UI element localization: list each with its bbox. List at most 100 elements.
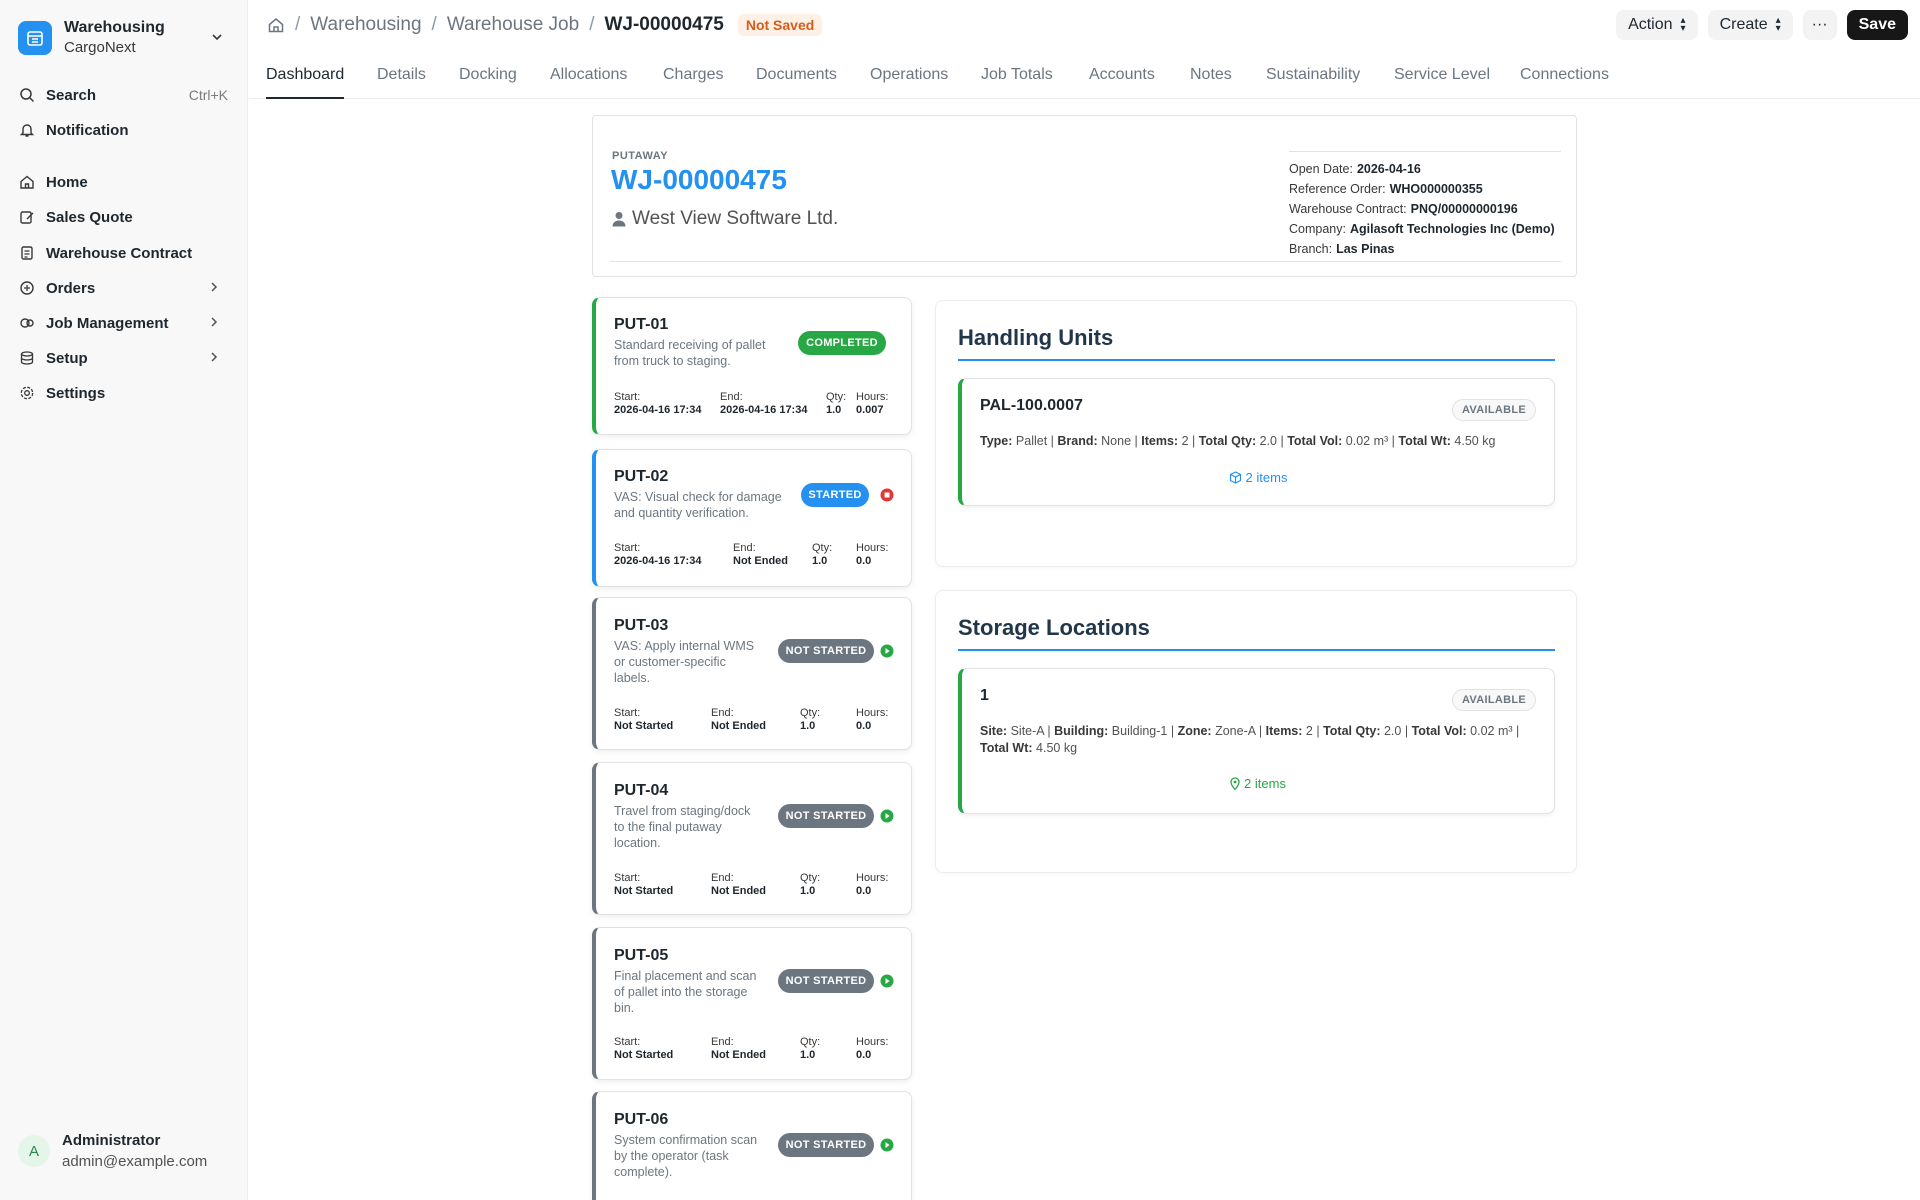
action-button[interactable]: Action ▴ ▾ <box>1616 10 1698 40</box>
tab-sustainability[interactable]: Sustainability <box>1266 66 1360 99</box>
handling-unit-card[interactable]: PAL-100.0007 AVAILABLE Type: Pallet | Br… <box>958 378 1555 506</box>
sidebar-item-warehouse-contract[interactable]: Warehouse Contract <box>18 239 238 267</box>
sidebar-item-home[interactable]: Home <box>18 168 238 196</box>
job-header-card: PUTAWAY WJ-00000475 West View Software L… <box>592 115 1577 277</box>
status-badge: STARTED <box>801 483 869 507</box>
operation-code: PUT-02 <box>614 468 669 485</box>
meta-company: Company: Agilasoft Technologies Inc (Demo… <box>1289 222 1555 236</box>
create-button[interactable]: Create ▴ ▾ <box>1707 10 1793 40</box>
status-badge: AVAILABLE <box>1451 399 1536 421</box>
tab-operations[interactable]: Operations <box>870 66 948 99</box>
operation-code: PUT-06 <box>614 1111 669 1128</box>
sidebar-notification[interactable]: Notification <box>18 116 238 144</box>
operation-description: VAS: Visual check for damage and quantity… <box>614 490 782 520</box>
search-icon <box>18 86 36 104</box>
operation-card-put-01[interactable]: PUT-01 Standard receiving of pallet from … <box>592 297 912 435</box>
operation-card-put-03[interactable]: PUT-03 VAS: Apply internal WMS or custome… <box>592 597 912 750</box>
customer-label: West View Software Ltd. <box>632 208 839 229</box>
operation-qty: Qty: 1.0 <box>800 1036 821 1061</box>
sidebar-item-settings[interactable]: Settings <box>18 379 238 407</box>
operation-qty: Qty: 1.0 <box>800 872 821 897</box>
form-tabs: Dashboard Details Docking Allocations Ch… <box>249 52 1920 99</box>
sidebar-item-label: Setup <box>46 349 88 367</box>
user-menu[interactable]: A Administrator admin@example.com <box>18 1127 238 1175</box>
chevron-right-icon <box>208 280 220 297</box>
status-badge: NOT STARTED <box>778 639 874 663</box>
meta-reference-order: Reference Order: WHO000000355 <box>1289 182 1483 196</box>
jobs-icon <box>18 314 36 332</box>
storage-locations-panel: Storage Locations 1 AVAILABLE Site: Site… <box>935 590 1577 873</box>
sidebar-item-setup[interactable]: Setup <box>18 344 238 372</box>
tab-documents[interactable]: Documents <box>756 66 837 99</box>
operation-card-put-02[interactable]: PUT-02 VAS: Visual check for damage and q… <box>592 449 912 587</box>
storage-location-items-link[interactable]: 2 items <box>962 776 1554 791</box>
breadcrumb-warehouse-job[interactable]: Warehouse Job <box>447 14 579 36</box>
more-button[interactable]: ··· <box>1802 10 1837 40</box>
tab-docking[interactable]: Docking <box>459 66 517 99</box>
tab-accounts[interactable]: Accounts <box>1089 66 1155 99</box>
operation-qty: Qty: 1.0 <box>812 542 833 567</box>
chevron-right-icon <box>208 350 220 367</box>
sidebar-search[interactable]: Search Ctrl+K <box>18 81 238 109</box>
play-icon[interactable] <box>880 974 894 988</box>
meta-warehouse-contract: Warehouse Contract: PNQ/00000000196 <box>1289 202 1518 216</box>
operation-qty: Qty: 1.0 <box>800 707 821 732</box>
operation-code: PUT-05 <box>614 947 669 964</box>
operation-code: PUT-04 <box>614 782 669 799</box>
breadcrumb-current: WJ-00000475 <box>604 14 724 35</box>
stop-icon[interactable] <box>880 488 894 502</box>
sidebar-item-job-management[interactable]: Job Management <box>18 309 238 337</box>
tab-service-level[interactable]: Service Level <box>1394 66 1490 99</box>
job-type: PUTAWAY <box>612 150 669 162</box>
contract-icon <box>18 244 36 262</box>
storage-location-card[interactable]: 1 AVAILABLE Site: Site-A | Building: Bui… <box>958 668 1555 814</box>
tab-charges[interactable]: Charges <box>663 66 723 99</box>
play-icon[interactable] <box>880 1138 894 1152</box>
divider <box>958 649 1555 651</box>
home-icon[interactable] <box>267 16 285 34</box>
handling-unit-items-link[interactable]: 2 items <box>962 470 1554 485</box>
job-id: WJ-00000475 <box>611 164 787 195</box>
tab-allocations[interactable]: Allocations <box>550 66 627 99</box>
sidebar-item-label: Settings <box>46 384 106 402</box>
chevron-down-icon <box>210 30 224 49</box>
operation-description: Standard receiving of pallet from truck t… <box>614 338 766 368</box>
play-icon[interactable] <box>880 809 894 823</box>
tab-notes[interactable]: Notes <box>1190 66 1232 99</box>
gear-icon <box>18 384 36 402</box>
operation-hours: Hours: 0.0 <box>856 542 889 567</box>
tab-details[interactable]: Details <box>377 66 426 99</box>
top-bar: / Warehousing / Warehouse Job / WJ-00000… <box>249 0 1920 52</box>
user-icon <box>612 212 626 227</box>
save-button[interactable]: Save <box>1846 10 1908 40</box>
operation-start: Start: Not Started <box>614 872 674 897</box>
divider <box>610 261 1561 262</box>
operation-end: End: 2026-04-16 17:34 <box>720 391 808 416</box>
panel-title: Handling Units <box>958 325 1114 350</box>
warehouse-logo-icon <box>18 21 52 55</box>
divider <box>958 359 1555 361</box>
status-badge: AVAILABLE <box>1451 689 1536 711</box>
sidebar: Warehousing CargoNext Search Ctrl+K Noti… <box>0 0 248 1200</box>
box-icon <box>1229 471 1241 484</box>
tab-dashboard[interactable]: Dashboard <box>266 66 345 99</box>
tab-job-totals[interactable]: Job Totals <box>981 66 1053 99</box>
job-meta: Open Date: 2026-04-16 Reference Order: WHO… <box>1289 151 1561 262</box>
breadcrumb-warehousing[interactable]: Warehousing <box>310 14 421 36</box>
status-badge: COMPLETED <box>798 331 886 355</box>
operation-card-put-04[interactable]: PUT-04 Travel from staging/dock to the fi… <box>592 762 912 915</box>
play-icon[interactable] <box>880 644 894 658</box>
search-shortcut: Ctrl+K <box>188 87 228 103</box>
bell-icon <box>18 121 36 139</box>
workspace-switcher[interactable]: Warehousing CargoNext <box>18 18 238 58</box>
handling-units-panel: Handling Units PAL-100.0007 AVAILABLE Ty… <box>935 300 1577 567</box>
meta-branch: Branch: Las Pinas <box>1289 242 1395 256</box>
operation-card-put-06[interactable]: PUT-06 System confirmation scan by the op… <box>592 1091 912 1200</box>
tab-connections[interactable]: Connections <box>1520 66 1609 99</box>
breadcrumb: / Warehousing / Warehouse Job / WJ-00000… <box>267 14 823 36</box>
sidebar-item-sales-quote[interactable]: Sales Quote <box>18 203 238 231</box>
status-badge: NOT STARTED <box>778 804 874 828</box>
sidebar-item-orders[interactable]: Orders <box>18 274 238 302</box>
operation-card-put-05[interactable]: PUT-05 Final placement and scan of pallet… <box>592 927 912 1080</box>
updown-icon: ▴ ▾ <box>1680 15 1686 34</box>
